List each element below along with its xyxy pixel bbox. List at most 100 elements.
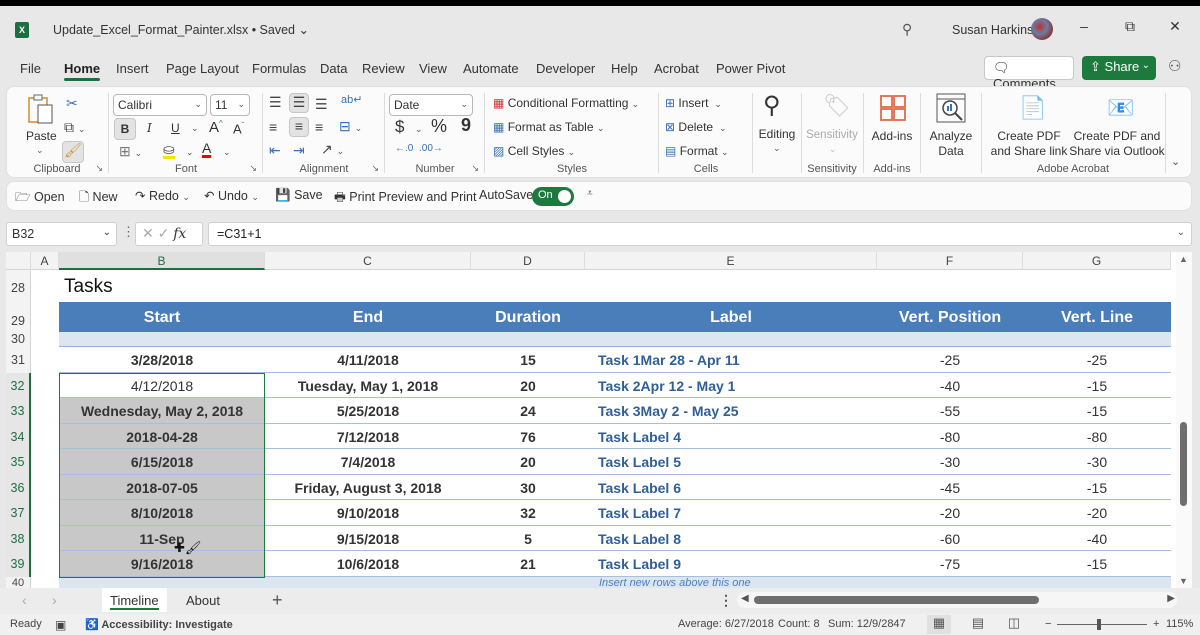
analyze-data-label-2[interactable]: Data — [922, 144, 980, 158]
cell-end[interactable]: 9/10/2018 — [265, 505, 471, 521]
cell-end[interactable]: 4/11/2018 — [265, 352, 471, 368]
select-all-button[interactable] — [6, 252, 31, 270]
status-average[interactable]: Average: 6/27/2018 — [678, 618, 774, 630]
merge-center-icon[interactable]: ⊟ ⌄ — [339, 118, 362, 135]
cell-start[interactable]: 2018-07-05 — [59, 480, 265, 496]
tab-split-handle[interactable]: ⋮ — [719, 592, 733, 609]
cell-vert-line[interactable]: -15 — [1023, 403, 1171, 419]
paste-button[interactable]: Paste — [26, 129, 57, 143]
add-sheet-button[interactable]: + — [272, 590, 283, 611]
row-header-28[interactable]: 28 — [6, 270, 31, 302]
share-button[interactable]: ⇪ Share ⌄ — [1082, 56, 1156, 80]
cell-duration[interactable]: 20 — [471, 378, 585, 394]
cell-vert-position[interactable]: -20 — [877, 505, 1023, 521]
horizontal-scroll-thumb[interactable] — [754, 596, 1039, 604]
dialog-launcher-icon[interactable]: ↘ — [249, 163, 257, 174]
cell-vert-line[interactable]: -15 — [1023, 378, 1171, 394]
tab-acrobat[interactable]: Acrobat — [654, 61, 699, 76]
format-painter-icon[interactable]: 🖌 — [62, 141, 84, 163]
row-header-32[interactable]: 32 — [6, 372, 31, 398]
insert-function-button[interactable]: fx — [173, 226, 186, 242]
row-header-35[interactable]: 35 — [6, 449, 31, 475]
dialog-launcher-icon[interactable]: ↘ — [95, 163, 103, 174]
column-header-e[interactable]: E — [585, 252, 877, 270]
cell-vert-line[interactable]: -80 — [1023, 429, 1171, 445]
more-options-icon[interactable]: ⋮ — [122, 224, 135, 240]
align-center-icon[interactable]: ≡ — [289, 117, 309, 137]
dialog-launcher-icon[interactable]: ↘ — [371, 163, 379, 174]
sheet-title[interactable]: Tasks — [64, 276, 113, 298]
column-header-d[interactable]: D — [471, 252, 585, 270]
chevron-down-icon[interactable]: ⌄ — [223, 147, 231, 158]
collapse-ribbon-icon[interactable]: ⌄ — [1171, 155, 1180, 168]
column-header-f[interactable]: F — [877, 252, 1023, 270]
cell-vert-line[interactable]: -15 — [1023, 556, 1171, 572]
column-header-a[interactable]: A — [31, 252, 59, 270]
coauthoring-icon[interactable]: ⚇ — [1168, 57, 1181, 75]
cell-vert-line[interactable]: -40 — [1023, 531, 1171, 547]
zoom-slider[interactable] — [1057, 619, 1147, 630]
cell-label[interactable]: Task Label 5 — [598, 454, 877, 470]
previous-sheet-icon[interactable]: ‹ — [22, 592, 27, 608]
close-button[interactable]: ✕ — [1165, 18, 1185, 35]
comma-style-button[interactable]: 9 — [461, 115, 471, 136]
cell-vert-position[interactable]: -45 — [877, 480, 1023, 496]
create-pdf-share-link-label-2[interactable]: and Share link — [983, 144, 1075, 158]
cell-start[interactable]: 11-Sep — [59, 531, 265, 547]
row-header-30[interactable]: 30 — [6, 332, 31, 347]
delete-cells-button[interactable]: ⊠ Delete ⌄ — [665, 120, 726, 134]
format-cells-button[interactable]: ▤ Format ⌄ — [665, 144, 729, 158]
cell-vert-line[interactable]: -15 — [1023, 480, 1171, 496]
cell-label[interactable]: Task Label 4 — [598, 429, 877, 445]
align-left-icon[interactable]: ≡ — [269, 119, 277, 135]
cell-end[interactable]: 9/15/2018 — [265, 531, 471, 547]
cell-start[interactable]: Wednesday, May 2, 2018 — [59, 403, 265, 419]
cell-end[interactable]: 10/6/2018 — [265, 556, 471, 572]
decrease-indent-icon[interactable]: ⇤ — [269, 142, 281, 159]
zoom-slider-knob[interactable] — [1097, 619, 1101, 630]
print-preview-button[interactable]: 🖶 Print Preview and Print — [334, 188, 476, 209]
chevron-down-icon[interactable]: ⌄ — [1142, 60, 1150, 71]
zoom-level[interactable]: 115% — [1166, 618, 1193, 630]
cell-vert-position[interactable]: -75 — [877, 556, 1023, 572]
cell-duration[interactable]: 21 — [471, 556, 585, 572]
cell-start[interactable]: 6/15/2018 — [59, 454, 265, 470]
decrease-decimal-icon[interactable]: .00→ — [419, 143, 443, 154]
tab-data[interactable]: Data — [320, 61, 347, 76]
cell-duration[interactable]: 15 — [471, 352, 585, 368]
font-size-dropdown[interactable]: 11 ⌄ — [210, 94, 250, 116]
macro-recorder-icon[interactable]: ▣ — [55, 618, 66, 632]
undo-button[interactable]: ↶ Undo ⌄ — [204, 188, 259, 203]
orientation-icon[interactable]: ↗ ⌄ — [321, 141, 344, 158]
tab-page-layout[interactable]: Page Layout — [166, 61, 239, 76]
middle-align-icon[interactable]: ☰ — [289, 93, 309, 113]
expand-formula-icon[interactable]: ⌄ — [1177, 227, 1185, 238]
column-header-b[interactable]: B — [59, 252, 265, 270]
row-header-33[interactable]: 33 — [6, 398, 31, 424]
cell-label[interactable]: Task 1Mar 28 - Apr 11 — [598, 352, 877, 368]
tab-view[interactable]: View — [419, 61, 447, 76]
chevron-down-icon[interactable]: ⌄ — [186, 147, 194, 158]
editing-group[interactable]: ⚲ Editing ⌄ — [753, 87, 801, 179]
status-count[interactable]: Count: 8 — [778, 618, 820, 630]
chevron-down-icon[interactable]: ⌄ — [36, 145, 44, 156]
row-header-40[interactable]: 40 — [6, 577, 31, 588]
cell-vert-position[interactable]: -55 — [877, 403, 1023, 419]
page-break-view-icon[interactable]: ◫ — [1002, 615, 1026, 634]
cell-vert-position[interactable]: -25 — [877, 352, 1023, 368]
cell-start[interactable]: 3/28/2018 — [59, 352, 265, 368]
insert-note-row[interactable]: Insert new rows above this one — [59, 577, 1171, 588]
minimize-button[interactable]: – — [1074, 18, 1094, 34]
cell-duration[interactable]: 20 — [471, 454, 585, 470]
increase-indent-icon[interactable]: ⇥ — [293, 142, 305, 159]
paste-icon[interactable] — [27, 93, 55, 125]
editing-button[interactable]: Editing — [753, 127, 801, 141]
tab-review[interactable]: Review — [362, 61, 405, 76]
scroll-down-icon[interactable]: ▼ — [1179, 576, 1188, 586]
underline-button[interactable]: U — [171, 121, 180, 135]
cell-vert-position[interactable]: -40 — [877, 378, 1023, 394]
chevron-down-icon[interactable]: ⌄ — [415, 124, 423, 135]
header-end[interactable]: End — [265, 309, 471, 327]
cell-vert-line[interactable]: -30 — [1023, 454, 1171, 470]
tab-insert[interactable]: Insert — [116, 61, 149, 76]
